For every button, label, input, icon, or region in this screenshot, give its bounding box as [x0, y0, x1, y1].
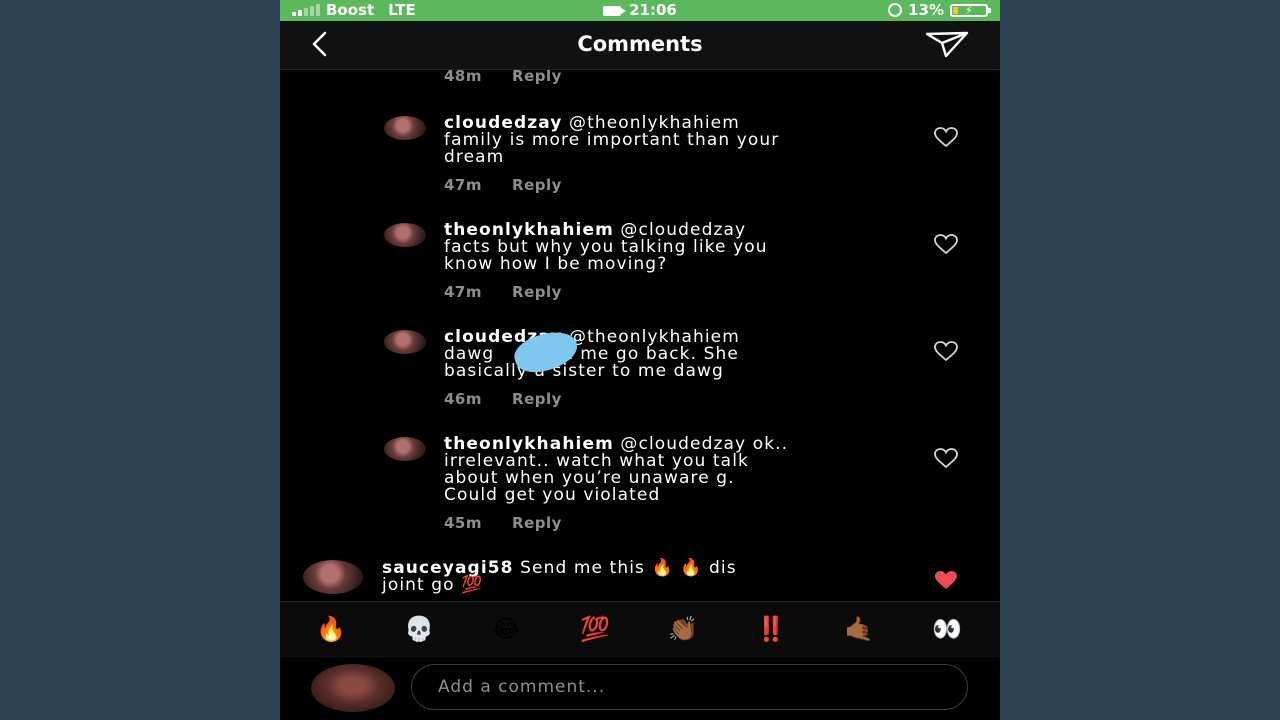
reply-button[interactable]: Reply	[512, 283, 562, 301]
comments-list[interactable]: 48m Reply cloudedzay @theonlykhahiem fami…	[280, 70, 1000, 600]
comment-meta: 47m Reply	[444, 176, 562, 194]
comment-input-container[interactable]	[411, 664, 968, 710]
clapping-emoji-button[interactable]: 👏🏾	[668, 614, 698, 644]
liked-heart-icon[interactable]	[933, 569, 959, 591]
user-avatar[interactable]	[311, 664, 395, 712]
comment-line: basically a sister to me dawg	[444, 361, 724, 381]
comment-line: dream	[444, 147, 505, 167]
eyes-emoji-button[interactable]: 👀	[932, 614, 962, 644]
comment-time: 46m	[444, 390, 483, 408]
reply-button[interactable]: Reply	[512, 176, 562, 194]
status-bar: Boost LTE 21:06 13% ⚡	[280, 0, 1000, 21]
comment-time: 48m	[444, 70, 483, 85]
battery-percent: 13%	[908, 1, 944, 19]
avatar[interactable]	[384, 116, 426, 140]
comment-text: sauceyagi58 Send me this 🔥 🔥 dis joint g…	[382, 560, 737, 594]
fire-emoji-button[interactable]: 🔥	[316, 614, 346, 644]
comment-time: 47m	[444, 176, 483, 194]
reply-button[interactable]: Reply	[512, 390, 562, 408]
like-heart-icon[interactable]	[933, 126, 959, 148]
page-title: Comments	[577, 32, 703, 56]
comment-meta: 47m Reply	[444, 283, 562, 301]
skull-emoji-button[interactable]: 💀	[404, 614, 434, 644]
comments-header: Comments	[280, 21, 1000, 70]
paper-plane-icon[interactable]	[924, 29, 970, 59]
comment-time: 47m	[444, 283, 483, 301]
reply-button[interactable]: Reply	[512, 514, 562, 532]
comment-line: Send me this 🔥 🔥 dis	[513, 558, 737, 578]
clock: 21:06	[629, 1, 677, 19]
comment-text: theonlykhahiem @cloudedzay facts but why…	[444, 222, 768, 273]
like-heart-icon[interactable]	[933, 233, 959, 255]
battery-icon: ⚡	[950, 3, 991, 17]
like-heart-icon[interactable]	[933, 340, 959, 362]
hundred-emoji-button[interactable]: 💯	[580, 614, 610, 644]
avatar[interactable]	[384, 437, 426, 461]
call-me-emoji-button[interactable]: 🤙🏾	[844, 614, 874, 644]
comment-input[interactable]	[436, 676, 940, 698]
laughing-emoji-button[interactable]: 😂	[492, 614, 520, 644]
comment-time: 45m	[444, 514, 483, 532]
comment-meta: 46m Reply	[444, 390, 562, 408]
comment-line: joint go 💯	[382, 575, 484, 595]
phone-screen: Boost LTE 21:06 13% ⚡ Comments 48m Reply	[280, 0, 1000, 720]
emoji-quick-bar: 🔥 💀 😂 💯 👏🏾 ‼️ 🤙🏾 👀	[280, 601, 1000, 659]
reply-button[interactable]: Reply	[512, 70, 562, 85]
comment-meta: 48m Reply	[444, 70, 562, 85]
avatar[interactable]	[384, 223, 426, 247]
comment-input-bar	[280, 658, 1000, 720]
comment-line: know how I be moving?	[444, 254, 668, 274]
video-camera-icon	[603, 5, 627, 16]
orientation-lock-icon	[888, 3, 903, 17]
comment-text: cloudedzay @theonlykhahiem dawg & me go …	[444, 329, 740, 380]
comment-text: cloudedzay @theonlykhahiem family is mor…	[444, 115, 779, 166]
avatar[interactable]	[303, 560, 363, 594]
like-heart-icon[interactable]	[933, 447, 959, 469]
comment-meta: 45m Reply	[444, 514, 562, 532]
comment-text: theonlykhahiem @cloudedzay ok.. irreleva…	[444, 436, 788, 504]
avatar[interactable]	[384, 330, 426, 354]
double-exclamation-emoji-button[interactable]: ‼️	[756, 614, 786, 644]
comment-line: Could get you violated	[444, 485, 661, 505]
